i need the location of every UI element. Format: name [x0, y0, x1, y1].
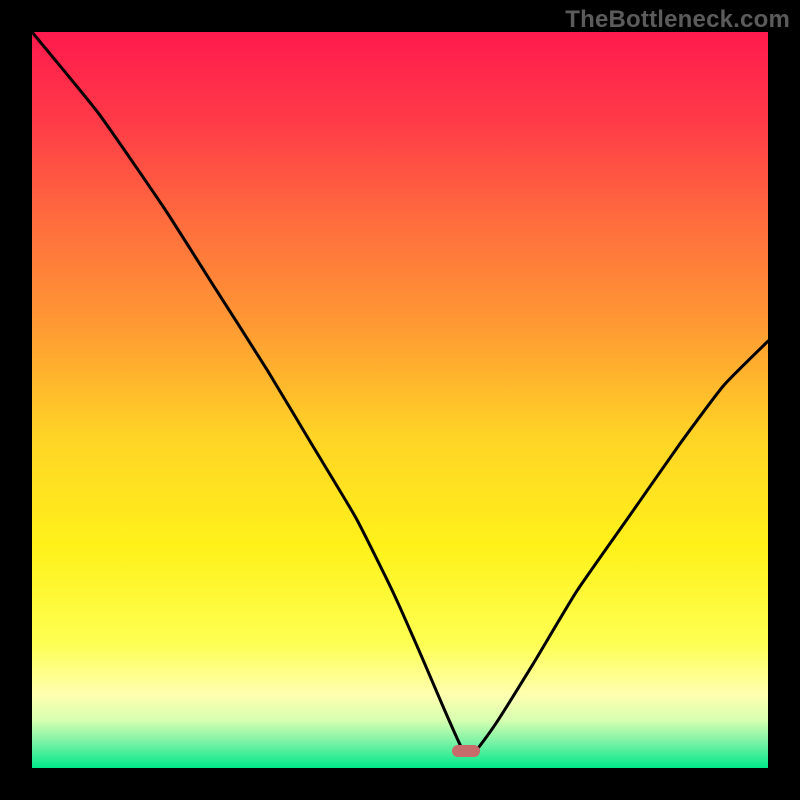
optimal-marker — [452, 745, 480, 757]
plot-area — [32, 32, 768, 768]
watermark-text: TheBottleneck.com — [565, 6, 790, 34]
bottleneck-curve — [32, 32, 768, 768]
chart-frame: TheBottleneck.com — [0, 0, 800, 800]
